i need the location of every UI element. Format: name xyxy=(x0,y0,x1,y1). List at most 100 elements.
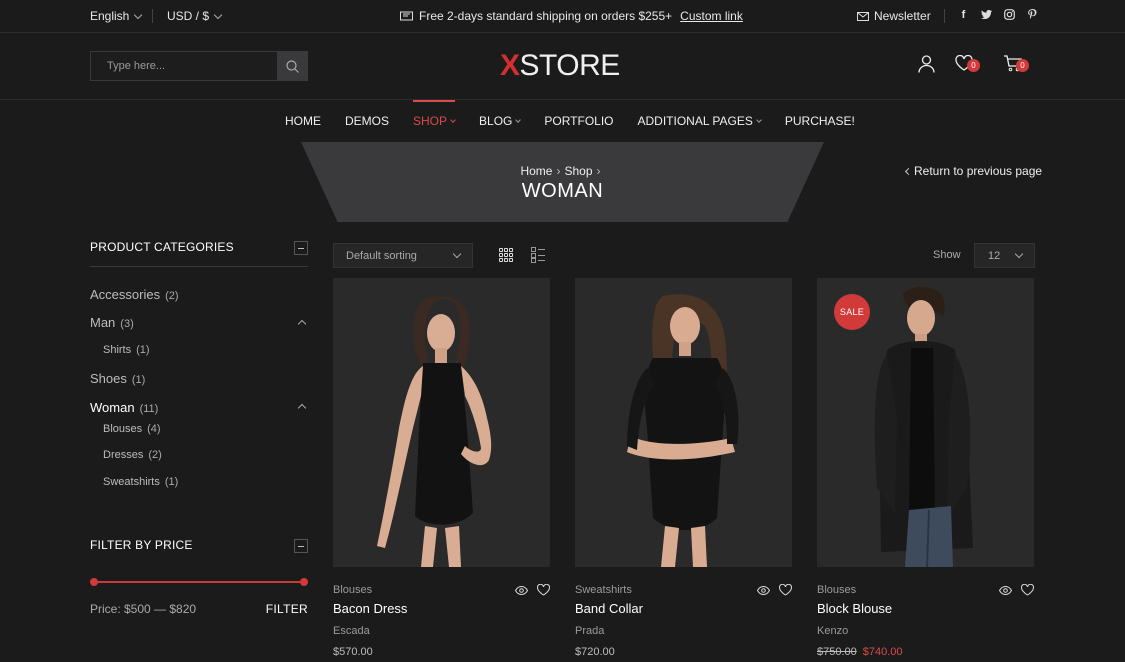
account-button[interactable] xyxy=(918,55,935,78)
nav-item-label: HOME xyxy=(285,114,321,128)
search-button[interactable] xyxy=(277,52,307,80)
product-category[interactable]: Blouses xyxy=(817,584,856,596)
sorting-select[interactable]: Default sorting xyxy=(333,243,473,268)
nav-item-shop[interactable]: SHOP xyxy=(413,100,456,142)
filter-button[interactable]: FILTER xyxy=(266,602,308,616)
nav-item-portfolio[interactable]: PORTFOLIO xyxy=(544,100,613,142)
product-brand[interactable]: Escada xyxy=(333,625,370,637)
price-range-label: Price: $500 — $820 xyxy=(90,602,197,616)
divider xyxy=(944,9,945,23)
grid-view-icon[interactable] xyxy=(499,248,513,262)
nav-item-home[interactable]: HOME xyxy=(285,100,321,142)
chevron-up-icon[interactable] xyxy=(297,319,307,329)
eye-icon[interactable] xyxy=(999,585,1012,595)
product-name[interactable]: Block Blouse xyxy=(817,601,892,616)
per-page-select[interactable]: 12 xyxy=(974,243,1035,268)
chevron-down-icon xyxy=(450,116,456,123)
breadcrumb-separator-icon: › xyxy=(596,164,601,178)
language-switcher[interactable]: English xyxy=(90,9,143,23)
nav-item-blog[interactable]: BLOG xyxy=(479,100,522,142)
category-item-blouses[interactable]: Blouses (4) xyxy=(103,423,161,435)
old-price-value: $750.00 xyxy=(817,646,857,658)
eye-icon[interactable] xyxy=(515,585,528,595)
category-label: Shoes xyxy=(90,371,127,386)
category-count: (4) xyxy=(147,423,161,435)
category-item-dresses[interactable]: Dresses (2) xyxy=(103,449,162,461)
slider-handle-min[interactable] xyxy=(90,578,98,586)
category-item-woman[interactable]: Woman (11) xyxy=(90,400,158,415)
breadcrumb-home[interactable]: Home xyxy=(520,164,552,178)
wishlist-button[interactable]: 0 xyxy=(955,54,980,76)
category-count: (1) xyxy=(131,374,146,386)
chevron-down-icon xyxy=(756,116,762,123)
show-label: Show xyxy=(933,249,961,261)
category-item-man[interactable]: Man (3) xyxy=(90,315,134,330)
eye-icon[interactable] xyxy=(757,585,770,595)
product-card[interactable]: Sweatshirts Band Collar Prada $720.00 xyxy=(575,278,792,658)
product-category[interactable]: Blouses xyxy=(333,584,372,596)
woman-dress-figure xyxy=(333,278,550,567)
chevron-left-icon xyxy=(904,167,913,175)
breadcrumb-shop[interactable]: Shop xyxy=(564,164,592,178)
site-logo[interactable]: X STORE xyxy=(500,49,620,83)
category-label: Accessories xyxy=(90,287,161,302)
product-name[interactable]: Band Collar xyxy=(575,601,643,616)
list-view-icon[interactable] xyxy=(531,248,545,262)
slider-handle-max[interactable] xyxy=(300,578,308,586)
site-header: XSTORE 0 0 xyxy=(0,33,1125,100)
categories-title: PRODUCT CATEGORIES xyxy=(90,240,234,254)
nav-item-purchase[interactable]: PURCHASE! xyxy=(785,100,855,142)
nav-item-demos[interactable]: DEMOS xyxy=(345,100,389,142)
heart-icon[interactable] xyxy=(1021,584,1034,596)
nav-item-label: DEMOS xyxy=(345,114,390,128)
facebook-icon[interactable]: f xyxy=(958,8,969,21)
category-item-sweatshirts[interactable]: Sweatshirts (1) xyxy=(103,476,178,488)
heart-icon[interactable] xyxy=(779,584,792,596)
promo-custom-link[interactable]: Custom link xyxy=(680,9,743,23)
search-input[interactable] xyxy=(91,52,277,80)
category-label: Dresses xyxy=(103,449,144,461)
product-image[interactable]: SALE xyxy=(817,278,1034,567)
currency-label: USD / $ xyxy=(167,9,210,23)
nav-item-additional-pages[interactable]: ADDITIONAL PAGES xyxy=(637,100,762,142)
product-card[interactable]: Blouses Bacon Dress Escada $570.00 xyxy=(333,278,550,658)
sale-price-value: $740.00 xyxy=(862,646,903,658)
category-item-shirts[interactable]: Shirts (1) xyxy=(103,344,150,356)
currency-switcher[interactable]: USD / $ xyxy=(167,9,223,23)
logo-x: X xyxy=(500,49,520,82)
category-item-shoes[interactable]: Shoes (1) xyxy=(90,371,145,386)
price-value: $570.00 xyxy=(333,646,373,658)
price-title: FILTER BY PRICE xyxy=(90,538,193,552)
sale-badge: SALE xyxy=(834,294,870,330)
category-label: Man xyxy=(90,315,116,330)
product-image[interactable] xyxy=(575,278,792,567)
product-name[interactable]: Bacon Dress xyxy=(333,601,407,616)
product-price: $570.00 xyxy=(333,646,373,658)
product-image[interactable] xyxy=(333,278,550,567)
cart-button[interactable]: 0 xyxy=(1003,55,1029,77)
product-brand[interactable]: Prada xyxy=(575,625,604,637)
price-range-slider[interactable] xyxy=(90,578,308,586)
twitter-icon[interactable] xyxy=(981,8,992,21)
search-form xyxy=(90,51,308,81)
chevron-up-icon[interactable] xyxy=(297,403,307,413)
product-category[interactable]: Sweatshirts xyxy=(575,584,632,596)
category-item-accessories[interactable]: Accessories (2) xyxy=(90,287,179,302)
product-card[interactable]: SALE Blouses Block Blouse Kenzo $750.00 … xyxy=(817,278,1034,658)
heart-icon[interactable] xyxy=(537,584,550,596)
return-link[interactable]: Return to previous page xyxy=(904,164,1042,178)
collapse-toggle[interactable] xyxy=(294,241,308,255)
pinterest-icon[interactable] xyxy=(1027,8,1038,21)
product-actions xyxy=(999,584,1034,596)
collapse-toggle[interactable] xyxy=(294,539,308,553)
nav-item-label: PORTFOLIO xyxy=(544,114,614,128)
product-actions xyxy=(757,584,792,596)
product-brand[interactable]: Kenzo xyxy=(817,625,848,637)
category-count: (3) xyxy=(120,318,134,330)
language-label: English xyxy=(90,9,130,23)
newsletter-link[interactable]: Newsletter xyxy=(857,9,931,23)
breadcrumb-separator-icon: › xyxy=(556,164,561,178)
instagram-icon[interactable] xyxy=(1004,8,1015,21)
wishlist-count-badge: 0 xyxy=(967,59,980,72)
nav-item-label: ADDITIONAL PAGES xyxy=(637,114,753,128)
